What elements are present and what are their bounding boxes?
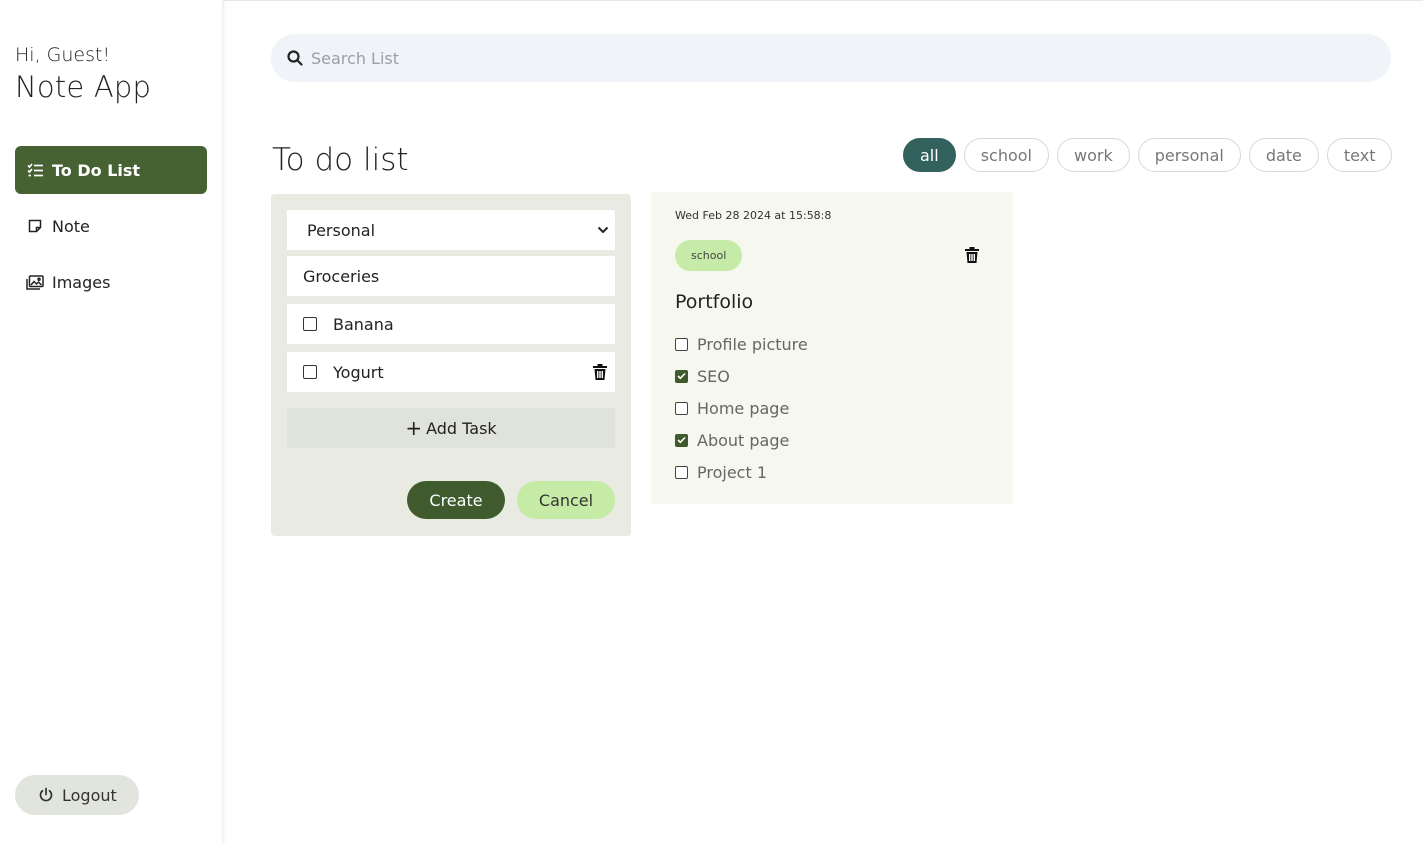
todo-card: Wed Feb 28 2024 at 15:58:8 school Portfo… bbox=[651, 192, 1013, 504]
trash-icon[interactable] bbox=[965, 247, 979, 263]
task-checkbox[interactable] bbox=[303, 365, 317, 379]
search-icon bbox=[287, 50, 303, 66]
filter-text[interactable]: text bbox=[1326, 138, 1393, 172]
task-text[interactable]: Banana bbox=[333, 315, 394, 334]
filter-chips: all school work personal date text bbox=[903, 138, 1393, 172]
create-button[interactable]: Create bbox=[407, 481, 505, 519]
list-item: Home page bbox=[675, 392, 808, 424]
task-text[interactable]: Yogurt bbox=[333, 363, 384, 382]
task-text: Home page bbox=[697, 398, 790, 418]
filter-school[interactable]: school bbox=[963, 138, 1049, 172]
card-date: Wed Feb 28 2024 at 15:58:8 bbox=[675, 209, 832, 222]
greeting: Hi, Guest! bbox=[15, 44, 111, 66]
list-title-field[interactable]: Groceries bbox=[287, 256, 615, 296]
task-text: About page bbox=[697, 430, 790, 450]
task-checkbox[interactable] bbox=[675, 337, 688, 351]
list-item: Profile picture bbox=[675, 328, 808, 360]
task-checkbox[interactable] bbox=[675, 401, 688, 415]
power-icon bbox=[38, 787, 54, 803]
filter-all[interactable]: all bbox=[903, 138, 956, 172]
images-icon bbox=[26, 273, 44, 291]
note-icon bbox=[26, 217, 44, 235]
create-todo-form: Personal Groceries Banana Yogurt + Add T… bbox=[271, 194, 631, 536]
sidebar-item-label: To Do List bbox=[52, 160, 141, 180]
chevron-down-icon bbox=[597, 226, 609, 234]
search-bar bbox=[271, 34, 1391, 82]
sidebar-item-label: Images bbox=[52, 272, 111, 292]
task-checkbox[interactable] bbox=[675, 465, 688, 479]
filter-work[interactable]: work bbox=[1057, 138, 1130, 172]
page-title: To do list bbox=[272, 142, 409, 178]
sidebar-item-todo-list[interactable]: To Do List bbox=[15, 146, 207, 194]
sidebar-item-note[interactable]: Note bbox=[15, 202, 207, 250]
card-task-list: Profile picture SEO Home page About page… bbox=[675, 328, 808, 488]
category-select[interactable]: Personal bbox=[287, 210, 615, 250]
list-title-value: Groceries bbox=[303, 266, 380, 286]
app-title: Note App bbox=[15, 70, 152, 104]
cancel-button[interactable]: Cancel bbox=[517, 481, 615, 519]
list-item: SEO bbox=[675, 360, 808, 392]
sidebar-item-label: Note bbox=[52, 216, 90, 236]
task-row: Yogurt bbox=[287, 352, 615, 392]
add-task-button[interactable]: + Add Task bbox=[287, 408, 615, 448]
sidebar: Hi, Guest! Note App To Do List Note Imag… bbox=[0, 0, 223, 844]
list-item: Project 1 bbox=[675, 456, 808, 488]
filter-date[interactable]: date bbox=[1248, 138, 1319, 172]
list-item: About page bbox=[675, 424, 808, 456]
card-tag: school bbox=[675, 240, 743, 271]
card-title: Portfolio bbox=[675, 291, 754, 313]
add-task-label: Add Task bbox=[426, 418, 497, 438]
checklist-icon bbox=[26, 161, 44, 179]
task-text: SEO bbox=[697, 366, 730, 386]
trash-icon[interactable] bbox=[593, 364, 607, 380]
task-row: Banana bbox=[287, 304, 615, 344]
task-checkbox[interactable] bbox=[675, 369, 688, 383]
search-input[interactable] bbox=[311, 48, 1311, 68]
sidebar-item-images[interactable]: Images bbox=[15, 258, 207, 306]
category-value: Personal bbox=[307, 220, 376, 240]
task-checkbox[interactable] bbox=[675, 433, 688, 447]
plus-icon: + bbox=[405, 416, 423, 440]
task-text: Project 1 bbox=[697, 462, 768, 482]
logout-label: Logout bbox=[62, 785, 117, 805]
sidebar-nav: To Do List Note Images bbox=[15, 146, 207, 314]
task-text: Profile picture bbox=[697, 334, 808, 354]
filter-personal[interactable]: personal bbox=[1137, 138, 1241, 172]
task-checkbox[interactable] bbox=[303, 317, 317, 331]
logout-button[interactable]: Logout bbox=[15, 775, 139, 815]
